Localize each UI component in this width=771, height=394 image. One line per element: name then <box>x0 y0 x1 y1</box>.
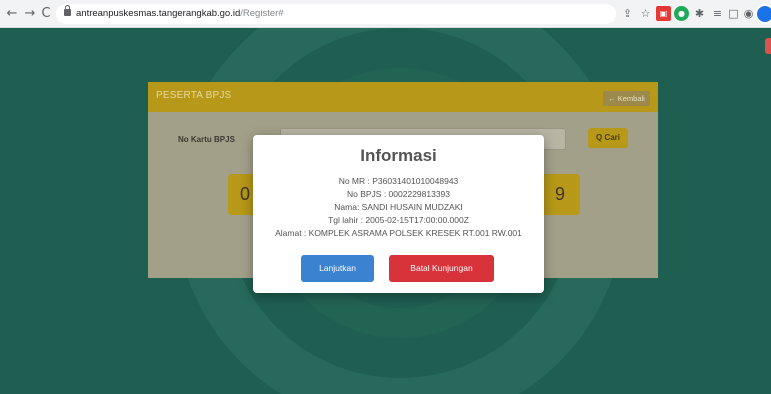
no-bpjs-text: No BPJS : 0002229813393 <box>346 189 451 199</box>
page-content: PESERTA BPJS ← Kembali No Kartu BPJS 000… <box>0 28 771 394</box>
extension-green-icon[interactable]: ● <box>674 6 689 21</box>
puzzle-icon[interactable]: ✱ <box>692 6 707 21</box>
address-bar[interactable]: antreanpuskesmas.tangerangkab.go.id/Regi… <box>56 4 616 24</box>
share-icon[interactable]: ⇪ <box>620 6 635 21</box>
url-path: /Register# <box>240 8 284 19</box>
reading-list-icon[interactable]: ≡ <box>710 6 725 21</box>
url-host: antreanpuskesmas.tangerangkab.go.id <box>76 8 241 19</box>
forward-icon[interactable]: → <box>22 6 38 22</box>
star-icon[interactable]: ☆ <box>638 6 653 21</box>
account-icon[interactable]: ◉ <box>741 6 756 21</box>
profile-avatar[interactable] <box>755 4 771 24</box>
batal-kunjungan-button[interactable]: Batal Kunjungan <box>389 255 494 282</box>
queue-number-right: 9 <box>540 174 580 215</box>
modal-title: Informasi <box>360 146 437 165</box>
url-text: antreanpuskesmas.tangerangkab.go.id/Regi… <box>76 8 284 19</box>
back-button[interactable]: ← Kembali <box>603 91 650 106</box>
reload-icon[interactable]: C <box>38 6 54 22</box>
search-button[interactable]: Q Cari <box>588 128 628 148</box>
kartu-bpjs-label: No Kartu BPJS <box>178 135 235 144</box>
panel-title: PESERTA BPJS <box>156 90 232 101</box>
split-view-icon[interactable]: □ <box>726 6 741 21</box>
extension-red-icon[interactable]: ▣ <box>656 6 671 21</box>
back-icon[interactable]: ← <box>4 6 20 22</box>
side-tab[interactable] <box>765 38 771 54</box>
nama-text: Nama: SANDI HUSAIN MUDZAKI <box>334 202 463 212</box>
browser-toolbar: ← → C antreanpuskesmas.tangerangkab.go.i… <box>0 0 771 28</box>
panel-header: PESERTA BPJS ← Kembali <box>148 82 658 112</box>
no-mr-text: No MR : P36031401010048943 <box>338 176 459 186</box>
info-modal: Informasi No MR : P36031401010048943 No … <box>253 135 544 293</box>
lock-icon <box>64 5 71 16</box>
alamat-text: Alamat : KOMPLEK ASRAMA POLSEK KRESEK RT… <box>275 228 522 238</box>
tgl-lahir-text: Tgl lahir : 2005-02-15T17:00:00.000Z <box>328 215 469 225</box>
lanjutkan-button[interactable]: Lanjutkan <box>301 255 374 282</box>
